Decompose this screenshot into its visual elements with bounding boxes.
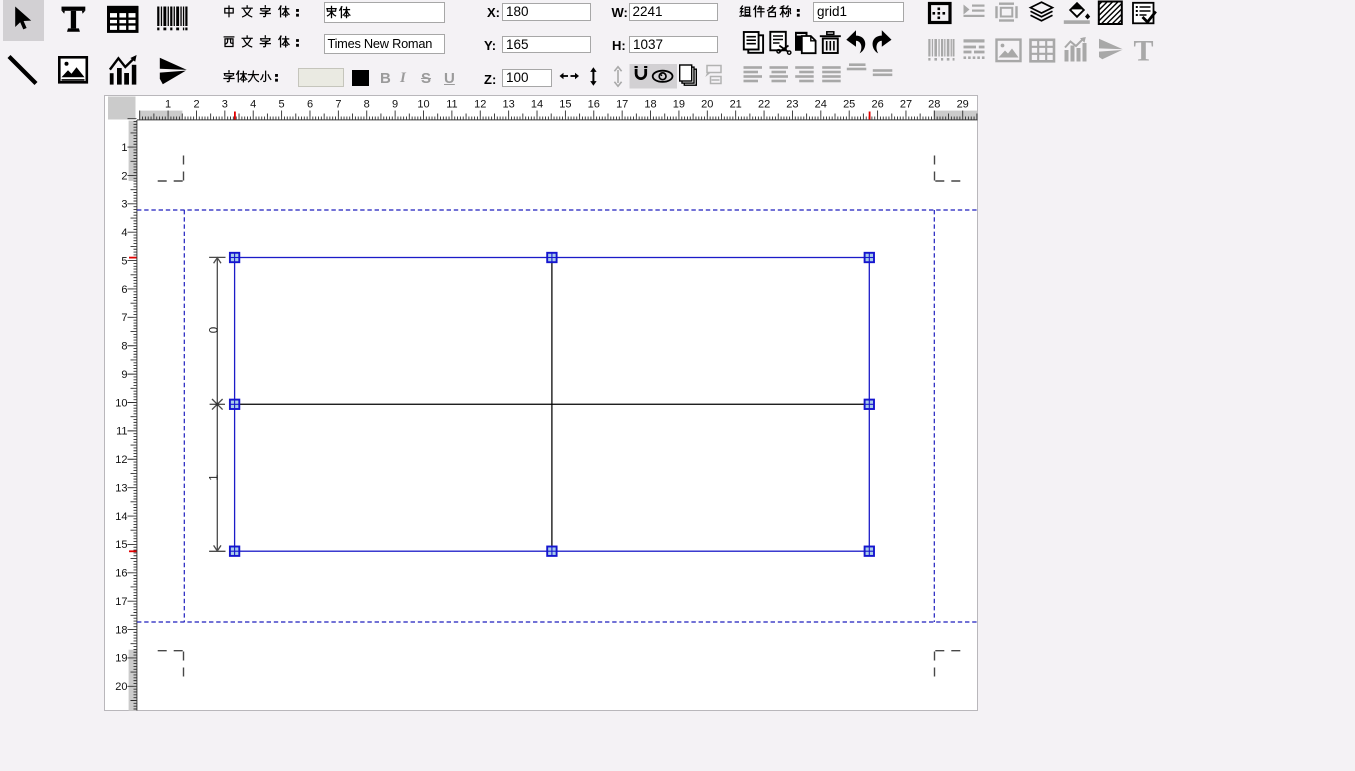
svg-text:13: 13 [502,99,514,111]
svg-text:4: 4 [121,227,127,239]
svg-text:17: 17 [616,99,628,111]
svg-text:26: 26 [871,99,883,111]
svg-text:20: 20 [115,681,127,693]
svg-text:29: 29 [957,99,969,111]
svg-text:27: 27 [900,99,912,111]
svg-text:2: 2 [193,99,199,111]
svg-text:4: 4 [250,99,256,111]
svg-text:10: 10 [115,397,127,409]
svg-text:16: 16 [588,99,600,111]
svg-text:6: 6 [307,99,313,111]
svg-text:0: 0 [209,327,221,333]
svg-text:7: 7 [121,312,127,324]
svg-text:19: 19 [115,653,127,665]
svg-text:1: 1 [165,99,171,111]
svg-text:20: 20 [701,99,713,111]
svg-text:1: 1 [209,474,221,480]
svg-text:2: 2 [121,170,127,182]
svg-text:18: 18 [644,99,656,111]
svg-text:28: 28 [928,99,940,111]
svg-text:21: 21 [730,99,742,111]
svg-text:8: 8 [121,341,127,353]
svg-text:14: 14 [115,511,127,523]
svg-text:16: 16 [115,568,127,580]
svg-text:18: 18 [115,624,127,636]
svg-text:11: 11 [446,99,457,111]
svg-text:23: 23 [786,99,798,111]
svg-text:19: 19 [673,99,685,111]
svg-text:8: 8 [364,99,370,111]
svg-text:12: 12 [115,454,127,466]
svg-text:5: 5 [121,255,127,267]
svg-text:9: 9 [392,99,398,111]
svg-text:1: 1 [121,142,127,154]
svg-text:T: T [1133,35,1153,68]
svg-text:25: 25 [843,99,855,111]
svg-text:10: 10 [417,99,429,111]
svg-text:15: 15 [559,99,571,111]
svg-text:3: 3 [222,99,228,111]
svg-text:15: 15 [115,539,127,551]
svg-text:6: 6 [121,284,127,296]
svg-text:17: 17 [115,596,127,608]
svg-text:24: 24 [815,99,827,111]
svg-text:7: 7 [335,99,341,111]
svg-text:3: 3 [121,199,127,211]
svg-text:9: 9 [121,369,127,381]
svg-text:14: 14 [531,99,543,111]
svg-text:11: 11 [116,426,127,438]
svg-text:13: 13 [115,482,127,494]
svg-text:5: 5 [279,99,285,111]
svg-text:12: 12 [474,99,486,111]
svg-text:22: 22 [758,99,770,111]
